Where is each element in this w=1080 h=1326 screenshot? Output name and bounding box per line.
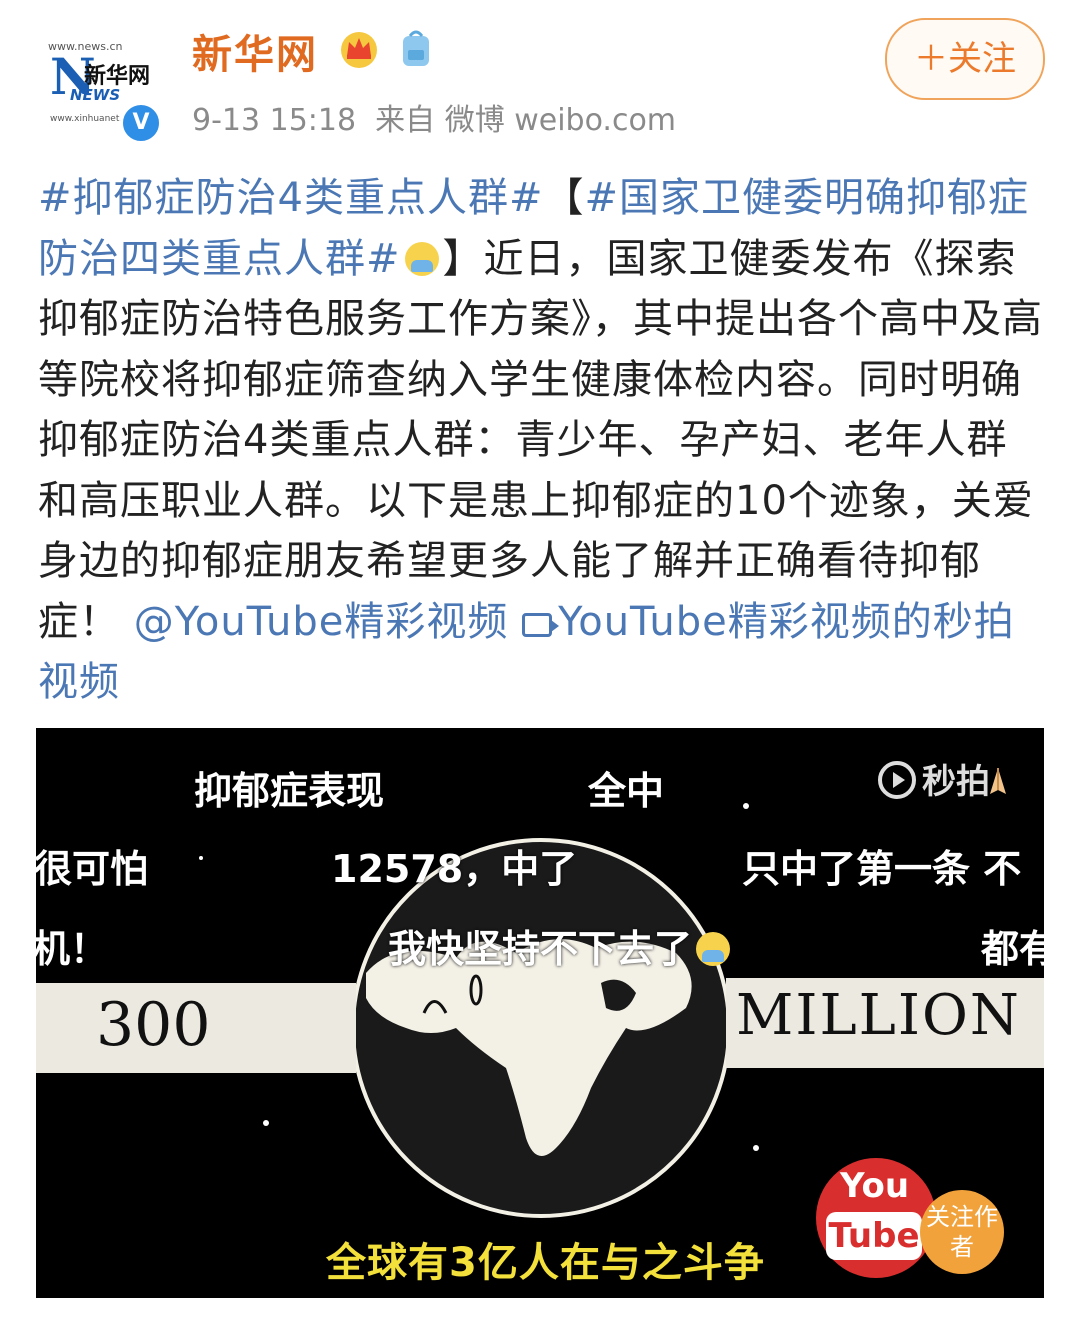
emoji-icon xyxy=(404,241,439,276)
bracket-open: 【 xyxy=(543,175,585,221)
banner-number: 300 xyxy=(96,990,211,1060)
danmu-comment: 抑郁症表现 xyxy=(194,769,385,813)
pray-icon xyxy=(990,768,1006,794)
youtube-you: You xyxy=(840,1166,910,1206)
verified-icon: V xyxy=(120,102,162,144)
danmu-comment: 机！ xyxy=(36,927,109,971)
danmu-comment: 都有 xyxy=(981,927,1044,971)
danmu-comment: 很可怕 xyxy=(36,847,149,891)
danmu-comment: 全中 xyxy=(588,769,665,813)
post-source: 来自 微博 weibo.com xyxy=(375,103,677,138)
youtube-tube: Tube xyxy=(826,1212,922,1260)
danmu-comment: 只中了第一条 不 xyxy=(742,847,1022,891)
hashtag-link[interactable]: #抑郁症防治4类重点人群# xyxy=(38,175,543,221)
youtube-logo[interactable]: You Tube xyxy=(816,1158,936,1278)
follow-author-button[interactable]: 关注作者 xyxy=(920,1190,1004,1274)
post-time: 9-13 15:18 xyxy=(192,103,357,138)
danmu-comment: 12578，中了 xyxy=(331,847,578,891)
post-meta: 9-13 15:18 来自 微博 weibo.com xyxy=(192,95,676,139)
post-content: #抑郁症防治4类重点人群#【#国家卫健委明确抑郁症防治四类重点人群# 】近日，国家… xyxy=(38,168,1048,713)
mention-link[interactable]: @YouTube精彩视频 xyxy=(134,599,509,645)
post-header: www.news.cn N 新华网 NEWS www.xinhuanet.com… xyxy=(0,0,1080,150)
bracket-close: 】 xyxy=(442,235,484,282)
crown-icon xyxy=(341,32,377,68)
follow-button[interactable]: ＋关注 xyxy=(885,18,1045,100)
play-icon xyxy=(878,761,916,799)
video-player[interactable]: 300 MILLION 秒拍 抑郁症表现 全中 很可怕 12578，中了 只中了… xyxy=(36,728,1044,1298)
sad-emoji-icon xyxy=(696,932,731,966)
avatar-news: NEWS xyxy=(70,86,121,104)
video-camera-icon xyxy=(522,612,560,637)
video-caption: 全球有3亿人在与之斗争 xyxy=(326,1240,765,1286)
danmu-comment: 我快坚持不下去了 xyxy=(388,918,734,973)
username[interactable]: 新华网 xyxy=(192,22,318,80)
miaopai-watermark: 秒拍 xyxy=(878,754,990,803)
backpack-icon xyxy=(403,30,429,66)
banner-word: MILLION xyxy=(736,983,1021,1048)
post-body: 近日，国家卫健委发布《探索抑郁症防治特色服务工作方案》，其中提出各个高中及高等院… xyxy=(38,235,1043,645)
